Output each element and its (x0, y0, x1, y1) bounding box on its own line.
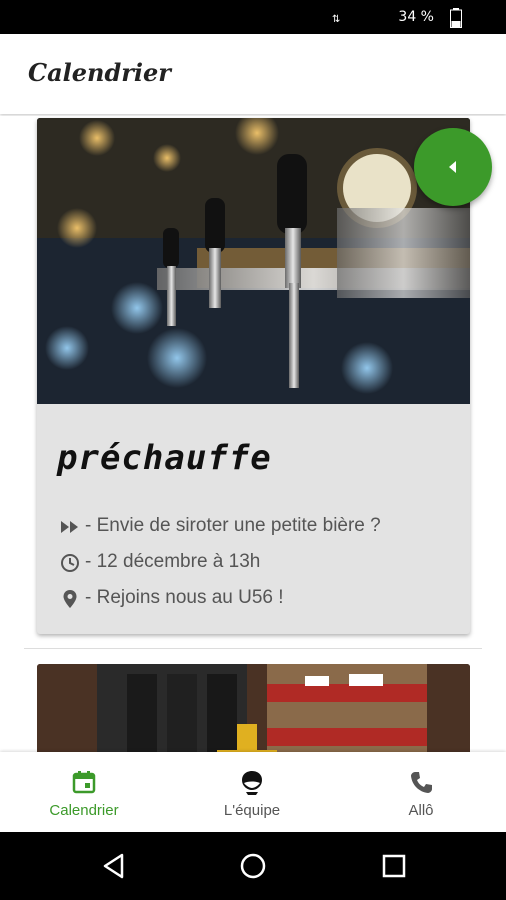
event-card[interactable]: préchauffe - Envie de siroter une petite… (37, 118, 470, 634)
phone-icon (411, 772, 432, 793)
team-icon (242, 771, 262, 795)
fast-forward-icon (61, 521, 78, 533)
calendar-icon (72, 771, 96, 794)
event-photo (37, 118, 470, 404)
back-icon[interactable] (100, 852, 128, 880)
event-title: préchauffe (57, 438, 272, 478)
event-location: - Rejoins nous au U56 ! (85, 587, 284, 608)
event-list[interactable]: préchauffe - Envie de siroter une petite… (0, 116, 506, 752)
nav-label-calendrier: Calendrier (49, 802, 119, 819)
nav-item-allo[interactable]: Allô (337, 752, 505, 832)
chevron-left-icon (449, 161, 456, 173)
recents-icon[interactable] (380, 852, 408, 880)
beer-taps-illustration (37, 118, 470, 404)
page-title: Calendrier (28, 58, 171, 87)
app-bar: Calendrier (0, 34, 506, 114)
status-bar: ⇅ 34 % (0, 0, 506, 34)
event-date: - 12 décembre à 13h (85, 551, 261, 572)
signal-icon: ⇅ (332, 14, 341, 25)
nav-item-equipe[interactable]: L'équipe (168, 752, 336, 832)
battery-level: 34 % (398, 9, 434, 25)
bottom-navigation: Calendrier L'équipe Allô (0, 752, 506, 832)
nav-label-allo: Allô (408, 802, 434, 819)
toggle-fab-button[interactable] (414, 128, 492, 206)
clock-icon (61, 554, 79, 572)
system-navigation-bar (0, 832, 506, 900)
location-pin-icon (63, 590, 77, 608)
nav-label-equipe: L'équipe (223, 802, 281, 819)
event-description: - Envie de siroter une petite bière ? (85, 515, 381, 536)
divider (24, 648, 482, 649)
nav-item-calendrier[interactable]: Calendrier (0, 752, 168, 832)
clothing-rack-photo (37, 664, 470, 752)
battery-icon (450, 8, 462, 28)
event-card-next[interactable] (37, 664, 470, 752)
home-icon[interactable] (239, 852, 267, 880)
